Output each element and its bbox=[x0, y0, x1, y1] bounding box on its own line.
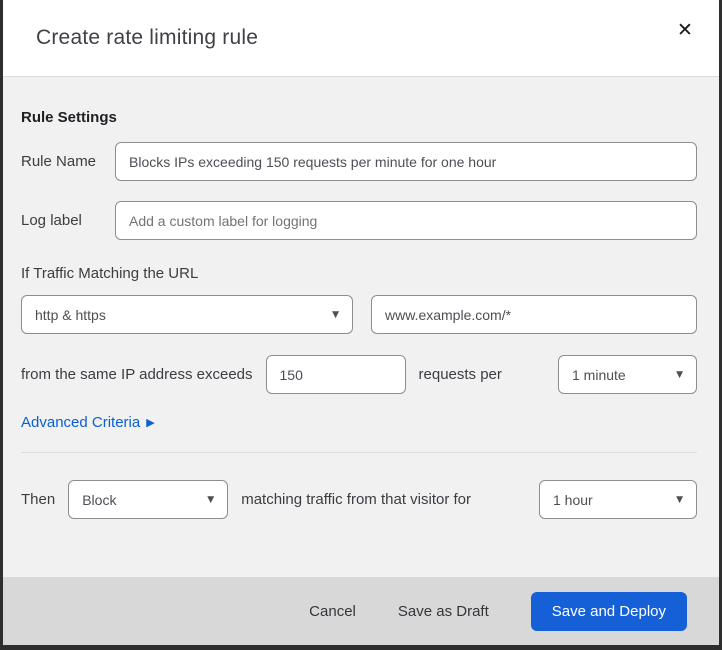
url-pattern-input[interactable] bbox=[371, 295, 697, 334]
url-match-row: http & https ▼ bbox=[21, 295, 697, 334]
dialog-body: Rule Settings Rule Name Log label If Tra… bbox=[3, 77, 719, 577]
period-select-value: 1 minute bbox=[572, 366, 626, 383]
action-select[interactable]: Block ▼ bbox=[68, 480, 229, 519]
traffic-match-intro: If Traffic Matching the URL bbox=[21, 265, 199, 282]
advanced-criteria-link[interactable]: Advanced Criteria ▶ bbox=[21, 414, 155, 431]
duration-select-value: 1 hour bbox=[553, 491, 593, 508]
rule-name-label: Rule Name bbox=[21, 153, 97, 170]
dialog-footer: Cancel Save as Draft Save and Deploy bbox=[3, 577, 719, 645]
chevron-down-icon: ▼ bbox=[332, 309, 339, 320]
advanced-criteria-label: Advanced Criteria bbox=[21, 414, 141, 431]
period-select[interactable]: 1 minute ▼ bbox=[558, 355, 697, 394]
chevron-down-icon: ▼ bbox=[676, 369, 683, 380]
chevron-right-icon: ▶ bbox=[146, 416, 155, 429]
then-label: Then bbox=[21, 491, 56, 508]
action-middle-text: matching traffic from that visitor for bbox=[241, 491, 472, 508]
action-select-value: Block bbox=[82, 491, 117, 508]
save-and-deploy-button[interactable]: Save and Deploy bbox=[530, 591, 687, 631]
scheme-select-value: http & https bbox=[35, 306, 106, 323]
log-label-row: Log label bbox=[21, 201, 697, 240]
dialog-title: Create rate limiting rule bbox=[36, 26, 259, 49]
log-label-input[interactable] bbox=[115, 201, 697, 240]
log-label-label: Log label bbox=[21, 212, 82, 229]
save-as-draft-button[interactable]: Save as Draft bbox=[398, 603, 489, 620]
cancel-button[interactable]: Cancel bbox=[309, 603, 356, 620]
scheme-select[interactable]: http & https ▼ bbox=[21, 295, 353, 334]
action-row: Then Block ▼ matching traffic from that … bbox=[21, 480, 697, 519]
threshold-prefix-text: from the same IP address exceeds bbox=[21, 366, 253, 383]
threshold-suffix-text: requests per bbox=[418, 366, 502, 383]
threshold-row: from the same IP address exceeds request… bbox=[21, 355, 697, 394]
chevron-down-icon: ▼ bbox=[207, 494, 215, 505]
rule-name-input[interactable] bbox=[115, 142, 697, 181]
request-count-input[interactable] bbox=[265, 355, 406, 394]
rule-settings-heading: Rule Settings bbox=[21, 109, 117, 126]
rule-name-row: Rule Name bbox=[21, 142, 697, 181]
close-icon[interactable]: ✕ bbox=[669, 14, 701, 46]
rate-limit-dialog: Create rate limiting rule ✕ Rule Setting… bbox=[0, 0, 722, 650]
duration-select[interactable]: 1 hour ▼ bbox=[539, 480, 697, 519]
dialog-header: Create rate limiting rule ✕ bbox=[3, 0, 719, 77]
section-divider bbox=[21, 452, 697, 453]
chevron-down-icon: ▼ bbox=[676, 494, 683, 505]
